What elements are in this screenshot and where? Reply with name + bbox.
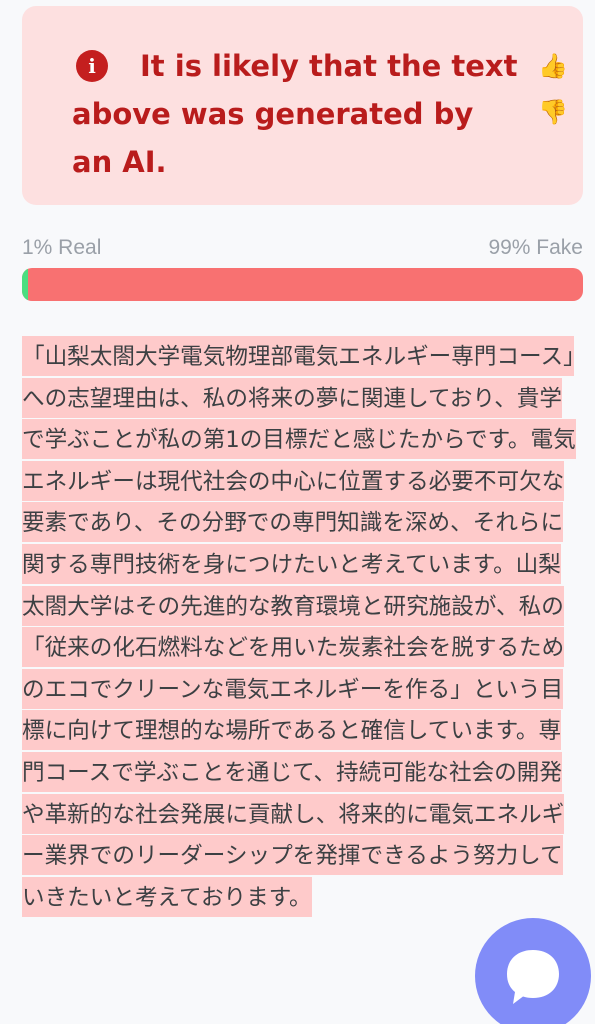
- detection-result-page: i It is likely that the text above was g…: [0, 0, 595, 1024]
- analyzed-text: 「山梨太閤大学電気物理部電気エネルギー専門コース」への志望理由は、私の将来の夢に…: [22, 336, 583, 919]
- score-bar-real-fill: [22, 268, 28, 301]
- chat-bubble-icon: [507, 950, 559, 1004]
- score-bar: [22, 268, 583, 301]
- verdict-message: It is likely that the text above was gen…: [72, 49, 518, 179]
- thumbs-up-icon[interactable]: 👍: [533, 46, 573, 86]
- highlighted-text: 「山梨太閤大学電気物理部電気エネルギー専門コース」への志望理由は、私の将来の夢に…: [22, 336, 576, 917]
- chat-button[interactable]: [475, 918, 591, 1024]
- thumbs-down-icon[interactable]: 👎: [533, 92, 573, 132]
- verdict-card: i It is likely that the text above was g…: [22, 6, 583, 205]
- fake-score-label: 99% Fake: [488, 236, 583, 259]
- real-score-label: 1% Real: [22, 236, 102, 259]
